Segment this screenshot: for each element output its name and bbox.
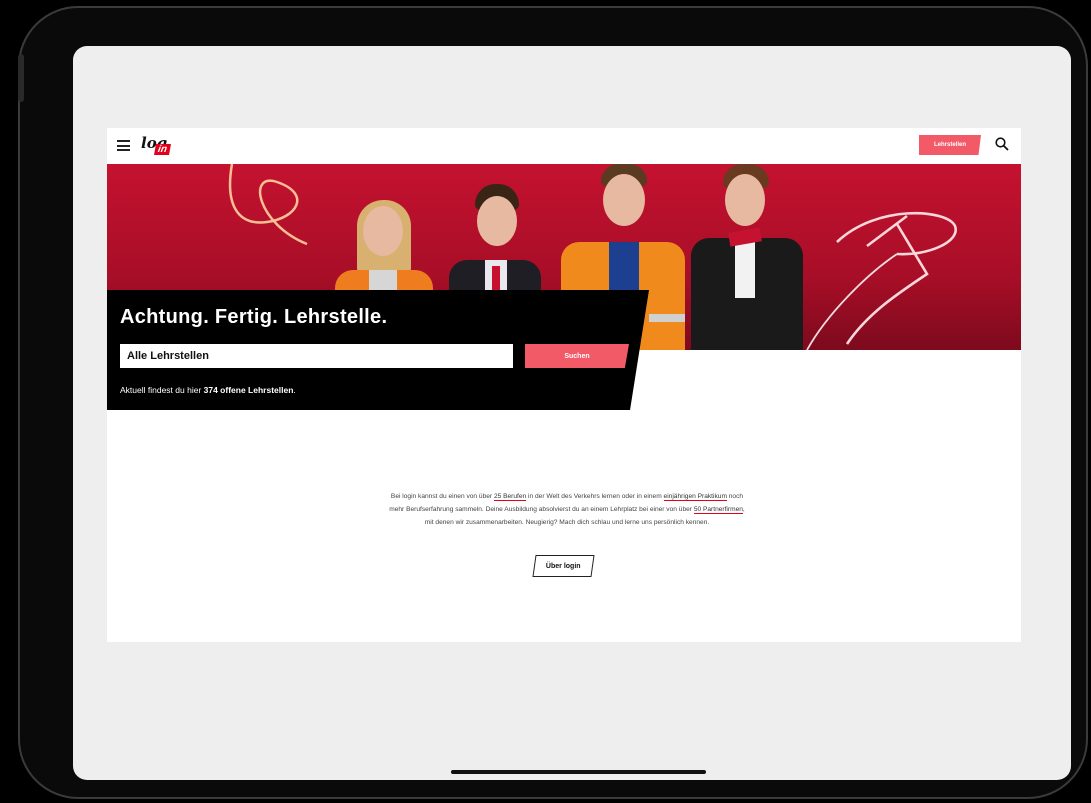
volume-button [18, 54, 24, 102]
menu-icon[interactable] [117, 140, 130, 151]
link-25-berufen[interactable]: 25 Berufen [493, 493, 527, 501]
about-login-label: Über login [546, 562, 581, 570]
link-50-partnerfirmen[interactable]: 50 Partnerfirmen [693, 506, 743, 514]
screen: log in Lehrstellen Achtung. Fertig. Lehr… [73, 46, 1071, 780]
hero-search-panel: Achtung. Fertig. Lehrstelle. Alle Lehrst… [107, 290, 649, 410]
login-logo[interactable]: log in [141, 134, 181, 158]
count-suffix: . [293, 385, 296, 395]
open-positions-count: 374 offene Lehrstellen [203, 385, 294, 395]
intro-text-2: in der Welt des Verkehrs lernen oder in … [526, 493, 664, 500]
search-icon[interactable] [995, 137, 1009, 151]
lehrstellen-button[interactable]: Lehrstellen [919, 135, 981, 155]
job-category-select[interactable]: Alle Lehrstellen [120, 344, 513, 368]
logo-text-in: in [154, 144, 171, 155]
count-prefix: Aktuell findest du hier [120, 385, 204, 395]
apprentice-photo-4 [691, 164, 803, 350]
open-positions-text: Aktuell findest du hier 374 offene Lehrs… [120, 385, 296, 395]
tablet-frame: log in Lehrstellen Achtung. Fertig. Lehr… [18, 6, 1088, 799]
top-navigation: log in Lehrstellen [107, 128, 1021, 164]
website: log in Lehrstellen Achtung. Fertig. Lehr… [107, 128, 1021, 642]
link-einjaehriges-praktikum[interactable]: einjährigen Praktikum [663, 493, 727, 501]
about-login-button[interactable]: Über login [532, 555, 595, 577]
home-indicator [451, 770, 706, 774]
intro-text-1: Bei login kannst du einen von über [390, 493, 494, 500]
hero-headline: Achtung. Fertig. Lehrstelle. [120, 306, 388, 328]
intro-paragraph: Bei login kannst du einen von über 25 Be… [387, 490, 747, 529]
search-button[interactable]: Suchen [525, 344, 629, 368]
